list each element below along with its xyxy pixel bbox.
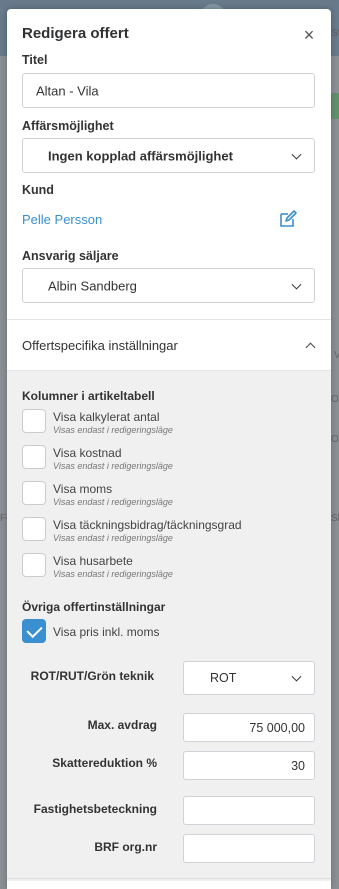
brf-input[interactable] (183, 834, 315, 863)
checkbox-calculated-qty[interactable] (22, 409, 46, 433)
brf-label: BRF org.nr (94, 840, 157, 854)
checkbox-cost[interactable] (22, 445, 46, 469)
title-label: Titel (22, 53, 48, 67)
checkbox-label: Visa pris inkl. moms (53, 625, 160, 639)
other-settings-heading: Övriga offertinställningar (22, 600, 166, 614)
opportunity-select[interactable]: Ingen kopplad affärsmöjlighet (22, 138, 315, 173)
rot-label: ROT/RUT/Grön teknik (30, 669, 154, 683)
chevron-down-icon (291, 671, 302, 682)
property-input[interactable] (183, 796, 315, 825)
section-title: Offertspecifika inställningar (22, 338, 178, 353)
background-text: Oc (331, 394, 339, 405)
edit-icon[interactable] (278, 209, 298, 229)
rot-select[interactable]: ROT (183, 661, 315, 695)
background-text: OC (331, 434, 339, 445)
opportunity-label: Affärsmöjlighet (22, 119, 114, 133)
checkbox-label: Visa husarbete (53, 554, 133, 568)
drawer-title: Redigera offert (22, 25, 129, 42)
quote-settings-panel: Kolumner i artikeltabell Visa kalkylerat… (7, 371, 331, 881)
max-deduction-label: Max. avdrag (87, 718, 157, 732)
checkbox-hint: Visas endast i redigeringsläge (53, 533, 173, 543)
checkbox-label: Visa moms (53, 482, 113, 496)
columns-heading: Kolumner i artikeltabell (22, 389, 155, 403)
chevron-down-icon (291, 279, 302, 290)
max-deduction-value: 75 000,00 (249, 720, 305, 735)
tax-reduction-input[interactable]: 30 (183, 751, 315, 780)
checkbox-hint: Visas endast i redigeringsläge (53, 461, 173, 471)
tax-reduction-value: 30 (291, 758, 305, 773)
checkbox-hint: Visas endast i redigeringsläge (53, 497, 173, 507)
background-text: Sta (331, 28, 339, 39)
title-input[interactable]: Altan - Vila (22, 73, 315, 108)
chevron-up-icon (305, 342, 316, 353)
background-text: Sl (331, 513, 339, 524)
checkbox-hint: Visas endast i redigeringsläge (53, 569, 173, 579)
edit-quote-drawer: Redigera offert × Titel Altan - Vila Aff… (7, 9, 331, 889)
salesperson-select[interactable]: Albin Sandberg (22, 268, 315, 303)
max-deduction-input[interactable]: 75 000,00 (183, 713, 315, 742)
customer-label: Kund (22, 183, 54, 197)
checkbox-house-work[interactable] (22, 553, 46, 577)
property-label: Fastighetsbeteckning (33, 802, 157, 816)
checkbox-label: Visa kalkylerat antal (53, 410, 160, 424)
background-text: V (334, 350, 339, 361)
title-input-value: Altan - Vila (36, 83, 99, 98)
checkbox-contribution-margin[interactable] (22, 517, 46, 541)
chevron-down-icon (291, 149, 302, 160)
quote-settings-toggle[interactable]: Offertspecifika inställningar (7, 319, 331, 371)
tax-reduction-label: Skattereduktion % (52, 756, 157, 770)
checkbox-price-incl-vat[interactable] (22, 619, 46, 643)
salesperson-select-value: Albin Sandberg (48, 278, 137, 293)
customer-link[interactable]: Pelle Persson (22, 212, 102, 227)
checkbox-label: Visa täckningsbidrag/täckningsgrad (53, 518, 242, 532)
checkbox-label: Visa kostnad (53, 446, 122, 460)
divider (7, 878, 331, 879)
close-icon[interactable]: × (300, 26, 318, 45)
background-action-button (330, 93, 339, 119)
salesperson-label: Ansvarig säljare (22, 249, 119, 263)
checkbox-vat[interactable] (22, 481, 46, 505)
checkbox-hint: Visas endast i redigeringsläge (53, 425, 173, 435)
rot-select-value: ROT (210, 671, 237, 685)
opportunity-select-value: Ingen kopplad affärsmöjlighet (48, 148, 233, 163)
